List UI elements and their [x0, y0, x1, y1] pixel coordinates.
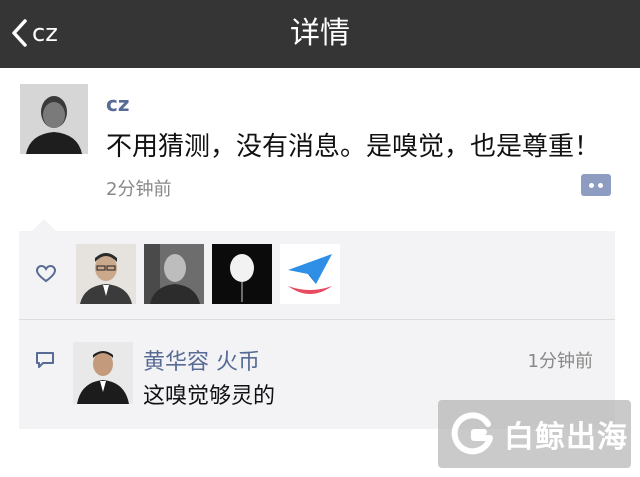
- watermark-text: 白鲸出海: [504, 420, 628, 455]
- comment-author-avatar[interactable]: [73, 342, 133, 404]
- post-timestamp: 2分钟前: [106, 179, 172, 200]
- dot-icon: [598, 182, 603, 188]
- watermark: 白鲸出海: [438, 400, 631, 468]
- panel-pointer: [32, 219, 56, 231]
- liker-avatar-4[interactable]: [280, 244, 340, 304]
- page-title: 详情: [290, 16, 350, 51]
- comment-text: 这嗅觉够灵的: [143, 384, 276, 409]
- heart-outline-icon: [36, 265, 56, 283]
- comment-bubble-icon: [36, 352, 54, 368]
- liker-list: [76, 244, 340, 304]
- nav-bar: cz 详情: [0, 0, 640, 68]
- liker-avatar-2[interactable]: [144, 244, 204, 304]
- comment-menu-button[interactable]: [581, 174, 611, 196]
- panel-divider: [19, 319, 615, 320]
- dot-icon: [589, 182, 594, 188]
- comment-author-name[interactable]: 黄华容 火币: [143, 344, 260, 376]
- post-text: 不用猜测，没有消息。是嗅觉，也是尊重！: [106, 132, 601, 162]
- liker-avatar-1[interactable]: [76, 244, 136, 304]
- liker-avatar-3[interactable]: [212, 244, 272, 304]
- post-author-avatar[interactable]: [20, 84, 88, 154]
- post-author-name[interactable]: cz: [106, 92, 130, 116]
- comment-timestamp: 1分钟前: [527, 351, 593, 372]
- whale-logo-icon: [451, 412, 493, 455]
